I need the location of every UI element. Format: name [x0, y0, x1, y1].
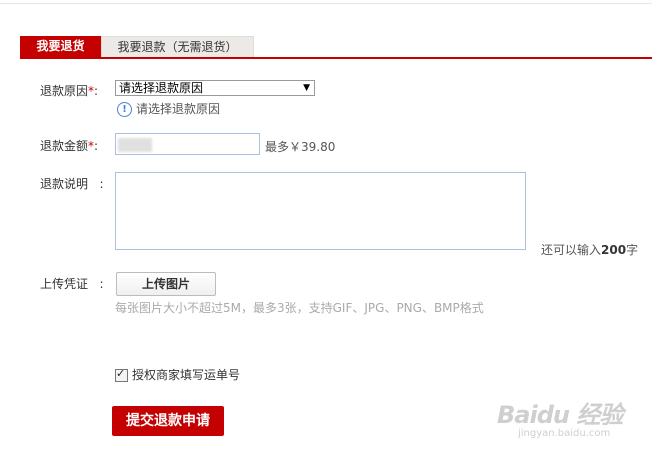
- amount-input[interactable]: [115, 133, 260, 155]
- upload-note: 每张图片大小不超过5M，最多3张，支持GIF、JPG、PNG、BMP格式: [115, 301, 484, 315]
- top-divider: [0, 3, 652, 4]
- tab-refund-only[interactable]: 我要退款（无需退货）: [101, 36, 254, 57]
- refund-description-textarea[interactable]: [115, 172, 526, 250]
- label-colon: :: [94, 84, 99, 98]
- char-count-hint: 还可以输入200字: [541, 241, 638, 258]
- reason-label-row: 退款原因*:: [40, 82, 98, 99]
- dropdown-arrow-icon: ▼: [303, 83, 310, 93]
- label-colon: :: [94, 139, 99, 153]
- reason-hint: ! 请选择退款原因: [117, 100, 220, 117]
- info-icon: !: [117, 102, 132, 117]
- upload-label-row: 上传凭证 :: [40, 275, 104, 292]
- amount-label-row: 退款金额*:: [40, 137, 98, 154]
- authorize-row: 授权商家填写运单号: [115, 366, 240, 382]
- upload-label: 上传凭证: [40, 277, 89, 291]
- label-colon: :: [99, 177, 104, 191]
- char-hint-prefix: 还可以输入: [541, 243, 602, 257]
- redacted-value: [118, 138, 152, 152]
- desc-label: 退款说明: [40, 177, 89, 191]
- char-hint-suffix: 字: [626, 243, 639, 257]
- reason-hint-text: 请选择退款原因: [136, 102, 221, 116]
- tab-return-goods[interactable]: 我要退货: [20, 36, 101, 57]
- amount-max: 最多￥39.80: [265, 140, 336, 154]
- reason-label: 退款原因: [40, 84, 89, 98]
- baidu-watermark: Baidu 经验 jingyan.baidu.com: [497, 395, 623, 439]
- authorize-label[interactable]: 授权商家填写运单号: [132, 368, 240, 382]
- tab-underline: [20, 57, 652, 59]
- upload-image-button[interactable]: 上传图片: [116, 272, 216, 296]
- watermark-logo: Baidu 经验: [497, 401, 623, 429]
- reason-select-value: 请选择退款原因: [119, 81, 204, 95]
- char-hint-count: 200: [601, 243, 627, 257]
- label-colon: :: [99, 277, 104, 291]
- amount-label: 退款金额: [40, 139, 89, 153]
- submit-refund-button[interactable]: 提交退款申请: [112, 406, 224, 436]
- authorize-checkbox[interactable]: [115, 367, 128, 382]
- desc-label-row: 退款说明 :: [40, 175, 104, 192]
- reason-select[interactable]: 请选择退款原因 ▼: [115, 80, 315, 96]
- watermark-url: jingyan.baidu.com: [518, 428, 611, 439]
